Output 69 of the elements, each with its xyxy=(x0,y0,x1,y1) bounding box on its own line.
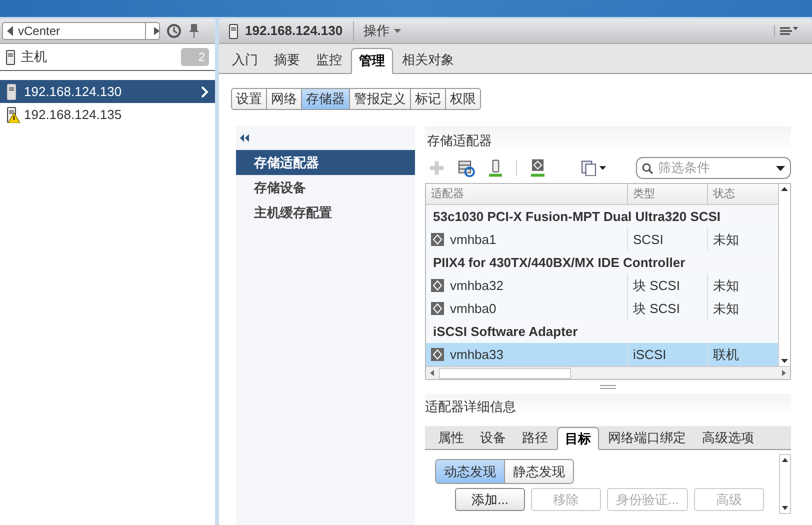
segment-tab[interactable]: 警报定义 xyxy=(349,89,410,109)
adapter-icon xyxy=(431,302,444,315)
filter-field[interactable]: 筛选条件 xyxy=(636,157,791,179)
host-item[interactable]: 192.168.124.130 xyxy=(0,80,215,103)
adapter-icon xyxy=(431,279,444,292)
category-label: 主机 xyxy=(21,48,48,66)
adapter-icon[interactable] xyxy=(531,159,545,177)
back-icon[interactable] xyxy=(6,26,14,36)
tab[interactable]: 摘要 xyxy=(267,47,307,73)
tab[interactable]: 管理 xyxy=(351,48,393,74)
server-icon xyxy=(6,50,15,64)
object-title: 192.168.124.130 xyxy=(245,21,354,41)
caret-icon xyxy=(394,29,401,33)
forward-icon[interactable] xyxy=(145,23,159,39)
adapter-icon xyxy=(431,348,444,361)
tab[interactable]: 监控 xyxy=(309,47,349,73)
side-menu-item[interactable]: 存储适配器 xyxy=(236,150,415,175)
device-icon[interactable] xyxy=(488,159,502,177)
server-warning-icon xyxy=(6,106,20,122)
server-icon xyxy=(229,24,238,38)
dropdown-icon[interactable] xyxy=(776,166,785,170)
action-button[interactable]: 添加... xyxy=(455,488,525,511)
search-icon xyxy=(642,162,654,174)
refresh-storage-icon[interactable] xyxy=(458,160,475,176)
history-icon[interactable] xyxy=(166,23,182,39)
chevron-icon xyxy=(201,86,209,98)
table-cell-text: vmhba1 xyxy=(450,230,496,249)
segment-tab[interactable]: 设置 xyxy=(232,89,266,109)
group-row: iSCSI Software Adapter xyxy=(426,320,778,343)
side-menu-item[interactable]: 存储设备 xyxy=(236,175,415,200)
tab[interactable]: 目标 xyxy=(557,427,599,450)
scroll-right-icon[interactable] xyxy=(781,369,787,377)
copy-menu-icon[interactable] xyxy=(580,160,606,176)
actions-menu[interactable]: 操作 xyxy=(364,21,401,41)
segment-tab[interactable]: 存储器 xyxy=(301,89,349,109)
history-field[interactable]: vCenter xyxy=(2,22,160,40)
tab[interactable]: 属性 xyxy=(431,426,471,449)
segment-tab[interactable]: 网络 xyxy=(266,89,301,109)
history-text: vCenter xyxy=(18,23,62,40)
splitter-handle-icon[interactable] xyxy=(600,385,616,389)
horizontal-scrollbar[interactable] xyxy=(426,366,790,379)
column-header[interactable]: 类型 xyxy=(627,184,707,204)
count-badge: 2 xyxy=(181,48,209,66)
segment-tab[interactable]: 标记 xyxy=(410,89,445,109)
table-cell-text: vmhba0 xyxy=(450,300,496,318)
tab[interactable]: 设备 xyxy=(473,426,513,449)
collapse-icon[interactable] xyxy=(240,134,249,142)
scroll-left-icon[interactable] xyxy=(429,369,435,377)
column-header[interactable]: 适配器 xyxy=(426,184,627,204)
tab[interactable]: 入门 xyxy=(225,47,265,73)
segment-tab[interactable]: 静态发现 xyxy=(504,460,573,483)
tab[interactable]: 相关对象 xyxy=(395,47,461,73)
table-cell-text: vmhba33 xyxy=(450,346,504,364)
vertical-scrollbar[interactable] xyxy=(779,454,791,514)
segment-tab[interactable]: 动态发现 xyxy=(436,460,504,483)
group-row: 53c1030 PCI-X Fusion-MPT Dual Ultra320 SCSI xyxy=(426,205,778,228)
side-menu-item[interactable]: 主机缓存配置 xyxy=(236,200,415,225)
segment-tab[interactable]: 权限 xyxy=(445,89,480,109)
filter-input: 筛选条件 xyxy=(658,158,771,178)
host-item[interactable]: 192.168.124.135 xyxy=(0,103,215,126)
vertical-scrollbar[interactable] xyxy=(778,184,790,366)
adapter-icon xyxy=(431,233,444,246)
tab[interactable]: 高级选项 xyxy=(695,426,761,449)
tab[interactable]: 路径 xyxy=(515,426,555,449)
tab[interactable]: 网络端口绑定 xyxy=(601,426,693,449)
group-row: PIIX4 for 430TX/440BX/MX IDE Controller xyxy=(426,251,778,274)
pin-icon[interactable] xyxy=(188,24,200,38)
table-cell-text: vmhba32 xyxy=(450,276,504,295)
scroll-thumb[interactable] xyxy=(439,368,571,378)
